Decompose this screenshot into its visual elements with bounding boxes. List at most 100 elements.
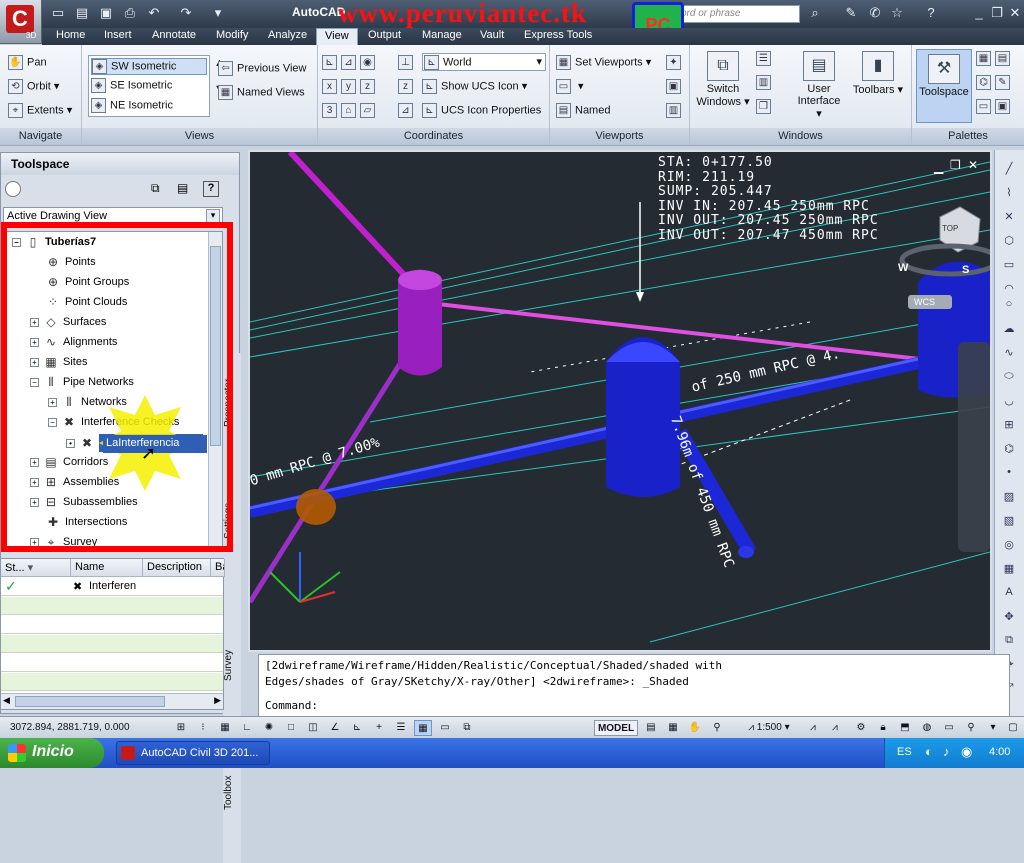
design-center-icon[interactable]: ⌬ bbox=[976, 75, 991, 90]
isolate-objects-icon[interactable]: ◍ bbox=[918, 720, 936, 736]
start-button[interactable]: Inicio bbox=[0, 738, 104, 768]
toolspace-layout-icon[interactable]: ⧉ bbox=[151, 181, 160, 196]
ellipse-arc-icon[interactable]: ◡ bbox=[1000, 394, 1018, 410]
switch-windows-button[interactable]: ⧉ Switch Windows ▾ bbox=[696, 51, 750, 108]
ellipse-icon[interactable]: ⬭ bbox=[1000, 370, 1018, 386]
viewcube-top-face[interactable]: TOP bbox=[942, 224, 958, 233]
spline-icon[interactable]: ∿ bbox=[1000, 346, 1018, 362]
join-viewports-icon[interactable]: ▣ bbox=[666, 79, 681, 94]
grid-header-description[interactable]: Description bbox=[143, 559, 211, 577]
insert-block-icon[interactable]: ⊞ bbox=[1000, 418, 1018, 434]
transparency-icon[interactable]: ▦ bbox=[414, 720, 432, 736]
tab-insert[interactable]: Insert bbox=[96, 28, 140, 45]
workspace-switching-icon[interactable]: ⚙ bbox=[852, 720, 870, 736]
revision-cloud-icon[interactable]: ☁ bbox=[1000, 322, 1018, 338]
named-viewports-button[interactable]: ▤ Named bbox=[556, 103, 610, 118]
open-icon[interactable]: ▤ bbox=[74, 5, 90, 21]
hardware-acceleration-icon[interactable]: ⬒ bbox=[896, 720, 914, 736]
tab-manage[interactable]: Manage bbox=[414, 28, 470, 45]
help-icon[interactable]: ? bbox=[922, 5, 940, 23]
location-pin-icon[interactable]: ⚲ bbox=[962, 720, 980, 736]
ucs-z-icon[interactable]: z bbox=[360, 79, 375, 94]
pan-status-icon[interactable]: ✋ bbox=[686, 720, 704, 736]
grid-display-icon[interactable]: ▦ bbox=[216, 720, 234, 736]
draw-line-icon[interactable]: ╱ bbox=[1000, 162, 1018, 178]
table-icon[interactable]: ▦ bbox=[1000, 562, 1018, 578]
drawing-viewport[interactable]: STA: 0+177.50 RIM: 211.19 SUMP: 205.447 … bbox=[248, 150, 992, 652]
tile-horizontal-icon[interactable]: ☰ bbox=[756, 51, 771, 66]
object-snap-icon[interactable]: □ bbox=[282, 720, 300, 736]
tool-palettes-icon[interactable]: ▤ bbox=[995, 51, 1010, 66]
tab-vault[interactable]: Vault bbox=[472, 28, 512, 45]
mtext-icon[interactable]: A bbox=[1000, 586, 1018, 602]
dynamic-ucs-icon[interactable]: ⊾ bbox=[348, 720, 366, 736]
viewport-minimize-icon[interactable]: ▁ bbox=[934, 160, 943, 174]
region-icon[interactable]: ◎ bbox=[1000, 538, 1018, 554]
table-row[interactable]: ✓ ✖ Interferen bbox=[1, 578, 223, 596]
communication-icon[interactable]: ✆ bbox=[866, 5, 884, 23]
markup-icon[interactable]: ✎ bbox=[995, 75, 1010, 90]
lineweight-icon[interactable]: ☰ bbox=[392, 720, 410, 736]
hatch-icon[interactable]: ▨ bbox=[1000, 490, 1018, 506]
ucs-view-icon[interactable]: ◉ bbox=[360, 55, 375, 70]
grid-header-name[interactable]: Name bbox=[71, 559, 143, 577]
extents-button[interactable]: ⌖ Extents ▾ bbox=[8, 103, 72, 118]
snap-mode-icon[interactable]: ⁝ bbox=[194, 720, 212, 736]
modify-copy-icon[interactable]: ⧉ bbox=[1000, 634, 1018, 650]
volume-icon[interactable]: ♪ bbox=[943, 744, 950, 759]
restore-icon[interactable]: ❐ bbox=[988, 5, 1006, 23]
polygon-icon[interactable]: ⬡ bbox=[1000, 234, 1018, 250]
workspace-dropdown-icon[interactable]: ▾ bbox=[210, 5, 226, 21]
viewport-clip-dropdown[interactable]: ▭ ▾ bbox=[556, 79, 584, 94]
ucs-object-icon[interactable]: ⌂ bbox=[341, 103, 356, 118]
arc-icon[interactable]: ◠ bbox=[1000, 282, 1018, 298]
grid-horizontal-scrollbar[interactable]: ◀ ▶ bbox=[1, 693, 223, 709]
grid-header-base[interactable]: Ba bbox=[211, 559, 225, 577]
ucs-named-icon[interactable]: ⊿ bbox=[398, 103, 413, 118]
wcs-menu[interactable]: WCS bbox=[914, 297, 935, 307]
tab-annotate[interactable]: Annotate bbox=[144, 28, 204, 45]
view-item-se-isometric[interactable]: ◈ SE Isometric bbox=[91, 78, 172, 93]
application-menu-button[interactable]: C 3D bbox=[0, 0, 42, 44]
polar-tracking-icon[interactable]: ✺ bbox=[260, 720, 278, 736]
lock-icon[interactable]: 🔒︎ bbox=[874, 720, 892, 736]
toolbars-button[interactable]: ▮ Toolbars ▾ bbox=[850, 51, 906, 96]
tab-home[interactable]: Home bbox=[48, 28, 93, 45]
new-icon[interactable]: ▭ bbox=[50, 5, 66, 21]
ucs-face-icon[interactable]: ▱ bbox=[360, 103, 375, 118]
help-search-input[interactable]: ord or phrase bbox=[676, 5, 800, 23]
tab-output[interactable]: Output bbox=[360, 28, 409, 45]
selection-cycling-icon[interactable]: ⧉ bbox=[458, 720, 476, 736]
language-indicator[interactable]: ES bbox=[897, 746, 912, 758]
auto-scale-icon[interactable]: ⩘ bbox=[826, 720, 844, 736]
pan-button[interactable]: ✋ Pan bbox=[8, 55, 47, 70]
ucs-icon[interactable]: ⊾ bbox=[322, 55, 337, 70]
ucs-y-icon[interactable]: y bbox=[341, 79, 356, 94]
redo-icon[interactable]: ↷ bbox=[178, 5, 194, 21]
view-item-ne-isometric[interactable]: ◈ NE Isometric bbox=[91, 98, 173, 113]
modify-move-icon[interactable]: ✥ bbox=[1000, 610, 1018, 626]
calculator-icon[interactable]: ▣ bbox=[995, 99, 1010, 114]
ucs-origin-icon[interactable]: ⊿ bbox=[341, 55, 356, 70]
view-item-sw-isometric[interactable]: ◈ SW Isometric bbox=[91, 58, 207, 75]
toolspace-button[interactable]: ⚒ Toolspace bbox=[916, 49, 972, 123]
named-views-button[interactable]: ▦ Named Views bbox=[218, 85, 305, 100]
network-icon[interactable]: ◐ bbox=[925, 744, 933, 759]
print-icon[interactable]: ⎙ bbox=[122, 5, 138, 21]
close-icon[interactable]: ✕ bbox=[1006, 5, 1024, 23]
dynamic-input-icon[interactable]: + bbox=[370, 720, 388, 736]
point-icon[interactable]: • bbox=[1000, 466, 1018, 482]
previous-view-button[interactable]: ⇦ Previous View bbox=[218, 61, 307, 76]
cascade-icon[interactable]: ❐ bbox=[756, 99, 771, 114]
ucs-x-icon[interactable]: x bbox=[322, 79, 337, 94]
clock[interactable]: 4:00 bbox=[989, 746, 1010, 758]
ucs-z-axis-icon[interactable]: z bbox=[398, 79, 413, 94]
grid-header-status[interactable]: St... ▾ bbox=[1, 559, 71, 577]
command-line[interactable]: [2dwireframe/Wireframe/Hidden/Realistic/… bbox=[258, 654, 1010, 718]
favorites-star-icon[interactable]: ☆ bbox=[888, 5, 906, 23]
zoom-status-icon[interactable]: ⚲ bbox=[708, 720, 726, 736]
toolspace-search-icon[interactable] bbox=[5, 181, 21, 197]
construction-line-icon[interactable]: ✕ bbox=[1000, 210, 1018, 226]
infer-constraints-icon[interactable]: ⊞ bbox=[172, 720, 190, 736]
set-viewports-button[interactable]: ▦ Set Viewports ▾ bbox=[556, 55, 651, 70]
